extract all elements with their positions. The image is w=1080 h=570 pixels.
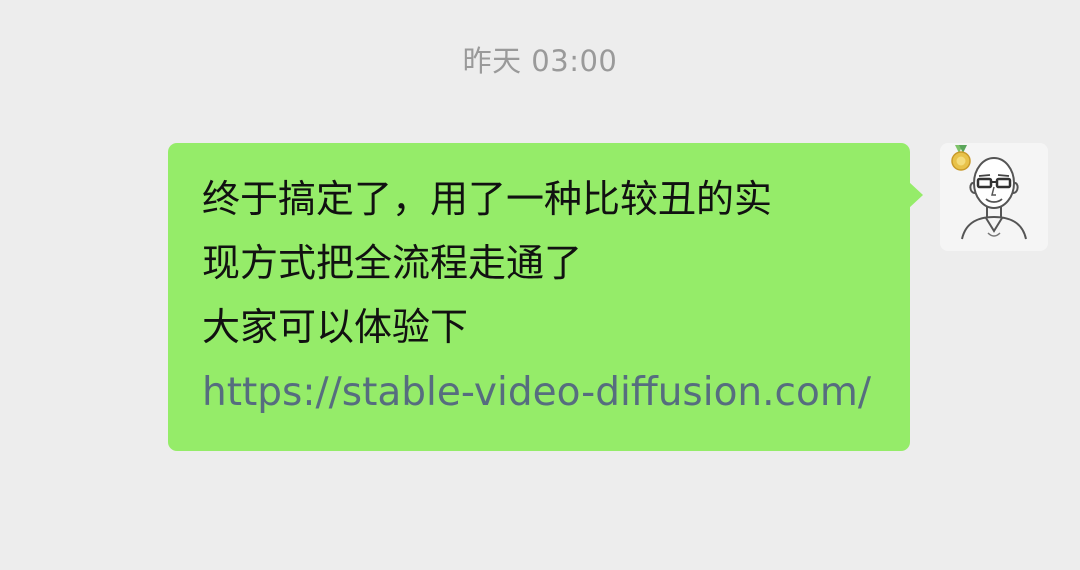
message-bubble[interactable]: 终于搞定了，用了一种比较丑的实 现方式把全流程走通了 大家可以体验下 https… xyxy=(168,143,923,451)
message-row-outgoing: 终于搞定了，用了一种比较丑的实 现方式把全流程走通了 大家可以体验下 https… xyxy=(168,143,1048,451)
message-text-line: 终于搞定了，用了一种比较丑的实 xyxy=(202,177,773,221)
bald-man-with-glasses-avatar-icon xyxy=(951,145,1027,240)
message-text-line: 大家可以体验下 xyxy=(202,305,469,349)
message-timestamp: 昨天 03:00 xyxy=(462,44,618,78)
user-avatar[interactable] xyxy=(940,143,1048,251)
medal-icon xyxy=(951,145,971,171)
message-text-line: 现方式把全流程走通了 xyxy=(202,241,583,285)
message-link[interactable]: https://stable-video-diffusion.com/ xyxy=(202,361,876,425)
chat-area: 昨天 03:00 终于搞定了，用了一种比较丑的实 现方式把全流程走通了 大家可以… xyxy=(0,0,1080,570)
bubble-tail xyxy=(909,182,923,208)
